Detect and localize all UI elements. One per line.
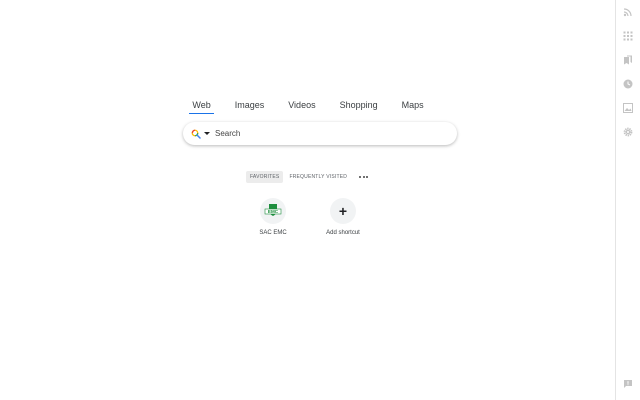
tab-maps[interactable]: Maps [400,98,426,114]
right-side-rail [615,0,640,400]
settings-gear-icon[interactable] [622,126,634,138]
more-dot-icon [362,176,365,178]
favicon-text: EMC [268,209,279,214]
shortcut-tiles: EMC SAC EMC + Add shortcut [0,198,616,236]
site-favicon: EMC [260,198,286,224]
search-engine-selector[interactable] [191,129,210,139]
search-engine-icon [191,129,201,139]
feedback-icon[interactable] [622,378,634,390]
shield-icon: EMC [264,204,282,216]
search-box [183,122,457,145]
tab-web[interactable]: Web [189,98,215,114]
filter-frequently-visited[interactable]: FREQUENTLY VISITED [285,171,351,183]
tab-videos[interactable]: Videos [286,98,317,114]
chevron-down-icon [204,132,210,135]
bookmarks-icon[interactable] [622,54,634,66]
shortcut-sac-emc[interactable]: EMC SAC EMC [245,198,301,236]
more-dot-icon [359,176,362,178]
add-shortcut-button[interactable]: + Add shortcut [315,198,371,236]
tab-shopping[interactable]: Shopping [338,98,380,114]
more-dot-icon [366,176,369,178]
filter-favorites[interactable]: FAVORITES [245,171,284,183]
plus-glyph: + [338,203,348,219]
history-icon[interactable] [622,78,634,90]
search-type-tabs: Web Images Videos Shopping Maps [0,98,616,114]
tab-images[interactable]: Images [233,98,267,114]
shortcut-filters: FAVORITES FREQUENTLY VISITED [0,171,616,183]
apps-grid-icon[interactable] [622,30,634,42]
more-options-button[interactable] [357,174,370,180]
plus-icon: + [330,198,356,224]
image-icon[interactable] [622,102,634,114]
shortcut-label: Add shortcut [326,230,360,236]
search-input[interactable] [215,129,445,138]
rss-feed-icon[interactable] [622,6,634,18]
new-tab-page: Web Images Videos Shopping Maps FAVORITE… [0,0,640,400]
shortcut-label: SAC EMC [259,230,287,236]
